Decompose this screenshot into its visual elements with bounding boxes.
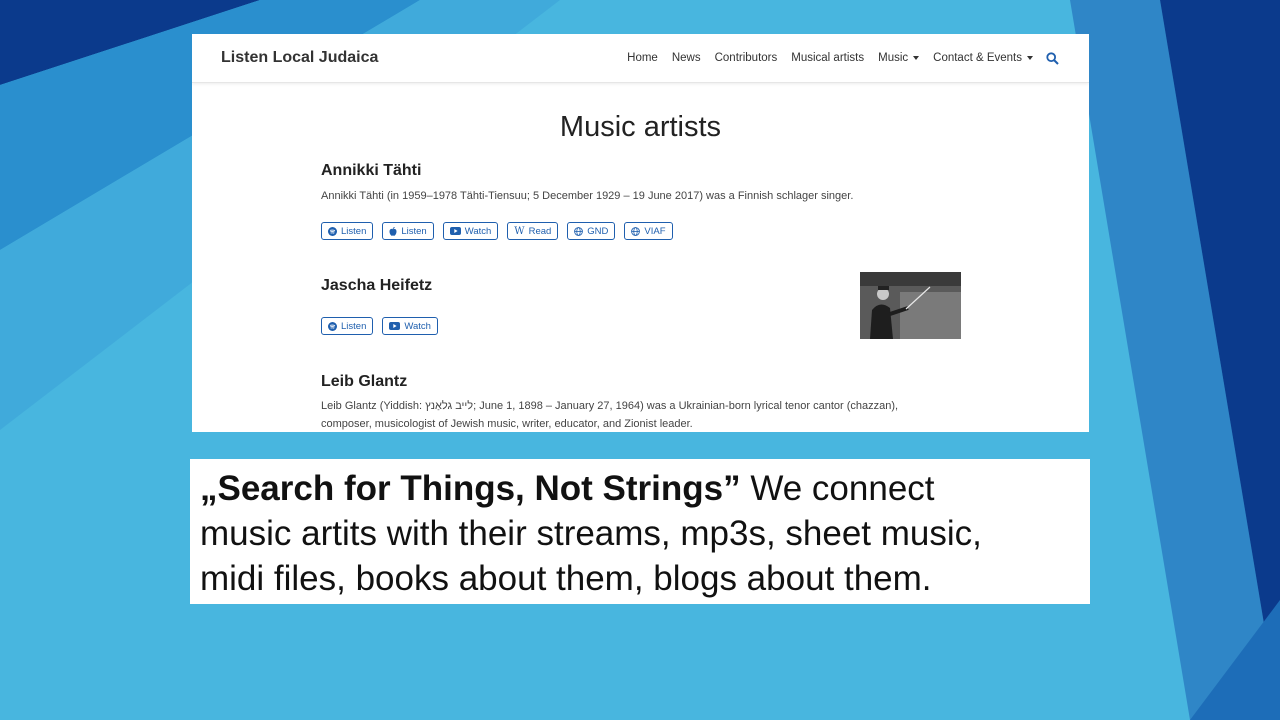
caption-text: We connect: [740, 469, 935, 508]
artist-description: Annikki Tähti (in 1959–1978 Tähti-Tiensu…: [321, 190, 854, 202]
youtube-watch-button[interactable]: Watch: [442, 222, 499, 240]
artist-entry: Leib Glantz Leib Glantz (Yiddish: לייב ג…: [321, 373, 961, 432]
globe-icon: [631, 226, 641, 236]
nav-contact-events-dropdown[interactable]: Contact & Events: [926, 52, 1040, 64]
nav-news[interactable]: News: [665, 52, 708, 64]
caption-line-1: „Search for Things, Not Strings” We conn…: [200, 466, 1080, 511]
nav-musical-artists[interactable]: Musical artists: [784, 52, 871, 64]
nav-contributors-label: Contributors: [714, 52, 778, 64]
nav-news-label: News: [671, 52, 701, 64]
nav-contact-label: Contact & Events: [933, 52, 1022, 64]
caption-box: „Search for Things, Not Strings” We conn…: [190, 459, 1090, 604]
navbar: Listen Local Judaica Home News Contribut…: [192, 34, 1089, 83]
search-icon[interactable]: [1044, 51, 1061, 65]
artist-buttons: Listen Listen Watch W Read GND VIAF: [321, 222, 941, 240]
button-label: Watch: [464, 225, 492, 237]
caret-down-icon: [1027, 56, 1033, 60]
page-title: Music artists: [559, 111, 722, 143]
button-label: GND: [587, 225, 609, 237]
button-label: Read: [528, 225, 552, 237]
artist-name[interactable]: Annikki Tähti: [321, 162, 941, 180]
youtube-icon: [449, 227, 461, 235]
globe-icon: [574, 226, 584, 236]
nav-home-label: Home: [627, 52, 658, 64]
button-label: Listen: [341, 225, 367, 237]
button-label: VIAF: [644, 225, 666, 237]
artist-entry: Jascha Heifetz Listen Watch: [321, 277, 941, 335]
artist-buttons: Listen Watch: [321, 317, 941, 335]
button-label: Listen: [401, 225, 427, 237]
nav-home[interactable]: Home: [620, 52, 665, 64]
website-screenshot: Listen Local Judaica Home News Contribut…: [192, 34, 1089, 432]
artist-description: Leib Glantz (Yiddish: לייב גלאַנץ; June …: [321, 397, 961, 432]
wikipedia-read-button[interactable]: W Read: [507, 222, 559, 240]
spotify-listen-button[interactable]: Listen: [321, 222, 374, 240]
spotify-icon: [328, 321, 337, 331]
artist-description-line: composer, musicologist of Jewish music, …: [321, 418, 693, 430]
caption-line-2: music artits with their streams, mp3s, s…: [200, 514, 982, 553]
spotify-listen-button[interactable]: Listen: [321, 317, 374, 335]
gnd-button[interactable]: GND: [567, 222, 616, 240]
button-label: Listen: [341, 320, 367, 332]
viaf-button[interactable]: VIAF: [624, 222, 673, 240]
caption-line-3: midi files, books about them, blogs abou…: [200, 559, 932, 598]
spotify-icon: [328, 226, 337, 236]
nav-contributors[interactable]: Contributors: [708, 52, 785, 64]
apple-icon: [389, 226, 397, 236]
nav-music-dropdown[interactable]: Music: [871, 52, 926, 64]
caret-down-icon: [913, 56, 920, 60]
caption-bold-quote: „Search for Things, Not Strings”: [200, 469, 741, 508]
nav-music-label: Music: [878, 52, 909, 64]
artist-photo[interactable]: [860, 272, 961, 339]
youtube-icon: [389, 322, 401, 330]
button-label: Watch: [404, 320, 431, 332]
brand-logo-text[interactable]: Listen Local Judaica: [221, 49, 378, 67]
artist-name[interactable]: Jascha Heifetz: [321, 277, 941, 295]
apple-listen-button[interactable]: Listen: [382, 222, 434, 240]
nav-musical-artists-label: Musical artists: [791, 52, 865, 64]
artist-entry: Annikki Tähti Annikki Tähti (in 1959–197…: [321, 162, 941, 240]
artist-description-line: Leib Glantz (Yiddish: לייב גלאַנץ; June …: [321, 400, 899, 412]
youtube-watch-button[interactable]: Watch: [382, 317, 438, 335]
wikipedia-icon: W: [514, 225, 525, 237]
nav-menu: Home News Contributors Musical artists M…: [620, 34, 1061, 82]
artist-name[interactable]: Leib Glantz: [321, 373, 961, 391]
